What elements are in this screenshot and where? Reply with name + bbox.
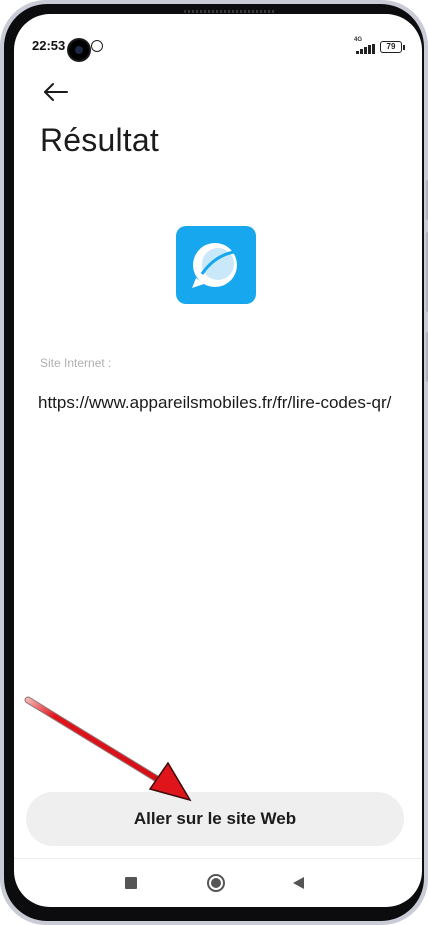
whatsapp-notification-icon bbox=[91, 40, 103, 52]
circle-icon[interactable] bbox=[207, 874, 225, 892]
screen: 22:53 4G 79 Résultat Site Internet: htt… bbox=[14, 14, 422, 907]
result-url: https://www.appareilsmobiles.fr/fr/lire-… bbox=[38, 393, 392, 412]
page-title: Résultat bbox=[40, 122, 159, 158]
status-bar: 22:53 4G 79 bbox=[14, 14, 422, 60]
signal-strength-icon bbox=[356, 44, 376, 54]
field-label-website: Site Internet : bbox=[40, 356, 112, 370]
phone-bezel: 22:53 4G 79 Résultat Site Internet: htt… bbox=[4, 4, 424, 921]
back-button[interactable] bbox=[40, 76, 72, 108]
status-time: 22:53 bbox=[32, 38, 66, 53]
triangle-left-icon[interactable] bbox=[293, 877, 304, 889]
phone-frame: 22:53 4G 79 Résultat Site Internet: htt… bbox=[0, 0, 428, 925]
divider bbox=[14, 858, 422, 859]
arrow-left-icon bbox=[44, 83, 68, 101]
battery-icon: 79 bbox=[380, 41, 405, 53]
navigation-bar bbox=[14, 864, 422, 904]
square-icon[interactable] bbox=[125, 877, 137, 889]
go-to-website-button[interactable]: Aller sur le site Web bbox=[26, 792, 404, 846]
front-camera bbox=[69, 40, 89, 60]
earpiece-speaker bbox=[184, 10, 276, 13]
network-type-label: 4G bbox=[354, 37, 363, 43]
browser-chat-bubble-icon bbox=[176, 226, 256, 304]
